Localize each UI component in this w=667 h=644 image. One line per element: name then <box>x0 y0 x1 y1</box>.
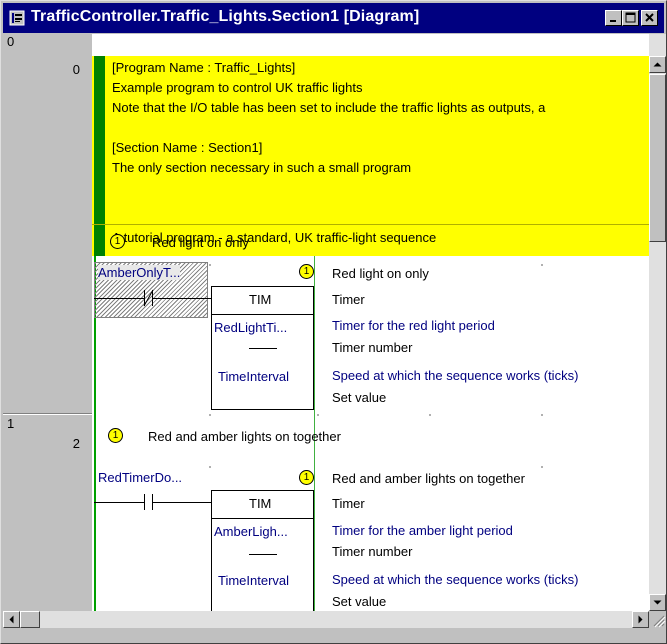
size-grip-icon <box>653 615 666 628</box>
rung-wire <box>152 502 212 503</box>
rung-wire <box>94 298 144 299</box>
rung-gutter: 0 0 1 2 <box>3 34 92 611</box>
comment-line: Note that the I/O table has been set to … <box>112 100 546 115</box>
step-number: 2 <box>72 436 80 451</box>
rung-comment: Red light on only <box>152 235 249 250</box>
operand-comment: Timer for the red light period <box>332 318 495 333</box>
operand-label: Set value <box>332 594 387 609</box>
block-type: TIM <box>249 292 272 307</box>
operand-label: Set value <box>332 390 387 405</box>
grid-dot <box>209 264 211 266</box>
block-title: Red light on only <box>332 266 429 281</box>
vertical-scrollbar[interactable] <box>649 34 666 611</box>
block-kind: Timer <box>332 292 365 307</box>
scroll-right-icon <box>638 615 643 624</box>
rung-comment-badge: 1 <box>110 234 125 249</box>
scroll-right-button[interactable] <box>632 611 649 628</box>
grid-dot <box>429 414 431 416</box>
rung-wire <box>152 298 212 299</box>
comment-divider <box>92 224 649 225</box>
comment-line: Example program to control UK traffic li… <box>112 80 363 95</box>
scroll-left-icon <box>9 615 14 624</box>
maximize-icon <box>625 12 636 23</box>
comment-line: [Program Name : Traffic_Lights] <box>112 60 296 75</box>
comment-line: The only section necessary in such a sma… <box>112 160 412 175</box>
grid-dot <box>209 414 211 416</box>
contact-name[interactable]: RedTimerDo... <box>98 470 182 485</box>
scroll-up-button[interactable] <box>649 56 666 73</box>
size-grip[interactable] <box>649 611 666 628</box>
horizontal-scroll-thumb[interactable] <box>20 611 40 628</box>
grid-dot <box>317 414 319 416</box>
operand-label: Timer number <box>332 340 413 355</box>
operand-separator <box>249 554 277 555</box>
comment-marker-bar <box>94 56 105 256</box>
block-type: TIM <box>249 496 272 511</box>
operand-set-value[interactable]: TimeInterval <box>218 573 289 588</box>
operand-comment: Timer for the amber light period <box>332 523 513 538</box>
rung-divider <box>3 413 92 415</box>
rung-comment: Red and amber lights on together <box>148 429 341 444</box>
grid-dot <box>209 466 211 468</box>
close-button[interactable] <box>641 10 658 26</box>
scroll-up-icon <box>653 62 662 67</box>
operand-timer-number[interactable]: RedLightTi... <box>214 320 287 335</box>
rung-number: 0 <box>7 34 15 49</box>
operand-set-value[interactable]: TimeInterval <box>218 369 289 384</box>
grid-dot <box>541 264 543 266</box>
contact-name[interactable]: AmberOnlyT... <box>98 265 181 280</box>
operand-comment: Speed at which the sequence works (ticks… <box>332 572 579 587</box>
operand-comment: Speed at which the sequence works (ticks… <box>332 368 579 383</box>
ladder-diagram[interactable]: [Program Name : Traffic_Lights] Example … <box>92 34 649 611</box>
block-kind: Timer <box>332 496 365 511</box>
program-comment-block[interactable]: [Program Name : Traffic_Lights] Example … <box>92 56 649 256</box>
no-contact-left <box>144 494 145 510</box>
operand-timer-number[interactable]: AmberLigh... <box>214 524 288 539</box>
rung-number: 1 <box>7 416 15 431</box>
horizontal-scrollbar[interactable] <box>3 611 649 628</box>
grid-dot <box>541 466 543 468</box>
minimize-button[interactable] <box>605 10 622 26</box>
minimize-icon <box>610 20 616 22</box>
block-title: Red and amber lights on together <box>332 471 525 486</box>
operand-label: Timer number <box>332 544 413 559</box>
comment-line: [Section Name : Section1] <box>112 140 263 155</box>
maximize-button[interactable] <box>622 10 639 26</box>
title-bar[interactable]: TrafficController.Traffic_Lights.Section… <box>3 3 664 33</box>
diagram-app-icon[interactable] <box>9 10 25 26</box>
operand-separator <box>249 348 277 349</box>
diagram-window: TrafficController.Traffic_Lights.Section… <box>0 0 667 644</box>
output-badge: 1 <box>299 470 314 485</box>
scroll-left-button[interactable] <box>3 611 20 628</box>
close-icon <box>645 13 654 22</box>
output-badge: 1 <box>299 264 314 279</box>
scroll-down-icon <box>653 600 662 605</box>
rung-comment-badge: 1 <box>108 428 123 443</box>
scroll-down-button[interactable] <box>649 594 666 611</box>
grid-dot <box>541 414 543 416</box>
vertical-scroll-thumb[interactable] <box>649 74 666 242</box>
rung-wire <box>94 502 144 503</box>
step-number: 0 <box>72 62 80 77</box>
window-title: TrafficController.Traffic_Lights.Section… <box>31 8 420 25</box>
